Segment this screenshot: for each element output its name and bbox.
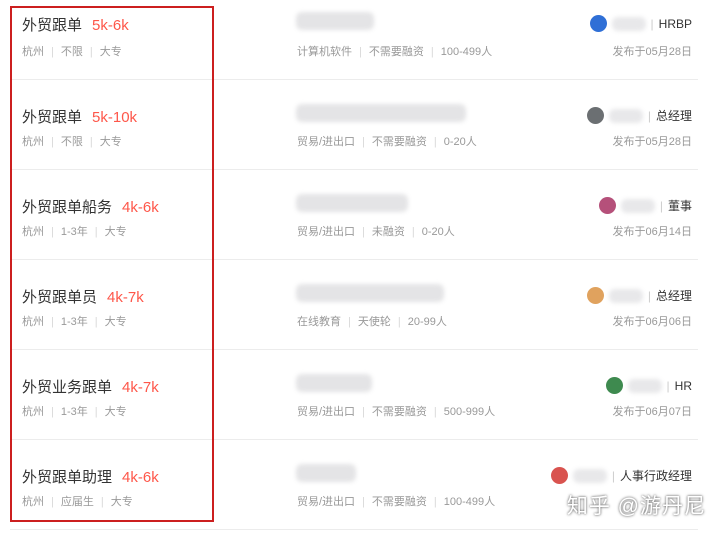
company-industry: 计算机软件 bbox=[297, 46, 352, 58]
publish-date: 发布于05月28日 bbox=[612, 136, 692, 148]
publish-date: 发布于05月28日 bbox=[612, 46, 692, 58]
company-funding: 不需要融资 bbox=[371, 136, 427, 148]
divider: | bbox=[650, 16, 654, 31]
recruiter-info[interactable]: | 总经理 bbox=[586, 287, 692, 304]
recruiter-info[interactable]: | 人事行政经理 bbox=[550, 467, 692, 484]
company-meta: 贸易/进出口 | 未融资 | 0-20人 bbox=[297, 223, 455, 239]
redacted-company-name bbox=[296, 12, 374, 31]
recruiter-role: 人事行政经理 bbox=[619, 469, 692, 483]
recruiter-info[interactable]: | 总经理 bbox=[586, 107, 692, 124]
recruiter-avatar bbox=[586, 107, 604, 124]
company-size: 20-99人 bbox=[407, 316, 447, 328]
divider: | bbox=[647, 288, 651, 303]
divider: | bbox=[666, 378, 670, 393]
redacted-company-name bbox=[296, 194, 408, 213]
divider: | bbox=[433, 496, 437, 508]
redacted-company-name bbox=[296, 104, 466, 123]
redacted-recruiter-name bbox=[627, 378, 662, 393]
divider: | bbox=[362, 136, 365, 148]
highlight-box bbox=[10, 6, 214, 522]
company-name[interactable] bbox=[296, 104, 466, 123]
company-industry: 贸易/进出口 bbox=[297, 226, 356, 238]
company-funding: 不需要融资 bbox=[371, 406, 427, 418]
divider: | bbox=[647, 108, 651, 123]
company-funding: 天使轮 bbox=[357, 316, 391, 328]
company-industry: 贸易/进出口 bbox=[297, 136, 356, 148]
company-name[interactable] bbox=[296, 284, 444, 303]
redacted-recruiter-name bbox=[608, 108, 643, 123]
publish-date: 发布于06月07日 bbox=[612, 406, 692, 418]
divider: | bbox=[359, 46, 362, 58]
company-size: 0-20人 bbox=[421, 226, 455, 238]
divider: | bbox=[397, 316, 401, 328]
divider: | bbox=[430, 46, 434, 58]
publish-date: 发布于06月14日 bbox=[612, 226, 692, 238]
redacted-recruiter-name bbox=[572, 468, 607, 483]
watermark: 知乎 @游丹尼 bbox=[566, 495, 706, 518]
recruiter-info[interactable]: | HR bbox=[605, 377, 692, 394]
company-meta: 在线教育 | 天使轮 | 20-99人 bbox=[297, 313, 447, 329]
redacted-company-name bbox=[296, 374, 372, 393]
company-size: 0-20人 bbox=[443, 136, 477, 148]
divider: | bbox=[611, 468, 615, 483]
redacted-recruiter-name bbox=[608, 288, 643, 303]
redacted-recruiter-name bbox=[611, 16, 646, 31]
company-size: 100-499人 bbox=[443, 496, 496, 508]
company-meta: 计算机软件 | 不需要融资 | 100-499人 bbox=[297, 43, 492, 59]
recruiter-info[interactable]: | HRBP bbox=[589, 15, 692, 32]
company-name[interactable] bbox=[296, 194, 408, 213]
redacted-company-name bbox=[296, 464, 356, 483]
divider: | bbox=[433, 136, 437, 148]
recruiter-role: HR bbox=[674, 378, 692, 393]
divider: | bbox=[659, 198, 663, 213]
redacted-company-name bbox=[296, 284, 444, 303]
company-name[interactable] bbox=[296, 464, 356, 483]
recruiter-role: 董事 bbox=[667, 199, 692, 213]
recruiter-avatar bbox=[598, 197, 616, 214]
company-name[interactable] bbox=[296, 12, 374, 31]
recruiter-avatar bbox=[605, 377, 623, 394]
redacted-recruiter-name bbox=[620, 198, 655, 213]
divider: | bbox=[362, 406, 365, 418]
company-size: 500-999人 bbox=[443, 406, 496, 418]
company-funding: 不需要融资 bbox=[371, 496, 427, 508]
recruiter-role: 总经理 bbox=[655, 109, 692, 123]
divider: | bbox=[411, 226, 415, 238]
publish-date: 发布于06月06日 bbox=[612, 316, 692, 328]
company-industry: 在线教育 bbox=[297, 316, 341, 328]
recruiter-info[interactable]: | 董事 bbox=[598, 197, 692, 214]
recruiter-role: HRBP bbox=[658, 16, 692, 31]
divider: | bbox=[433, 406, 437, 418]
company-funding: 未融资 bbox=[371, 226, 405, 238]
company-meta: 贸易/进出口 | 不需要融资 | 0-20人 bbox=[297, 133, 477, 149]
recruiter-avatar bbox=[550, 467, 568, 484]
company-meta: 贸易/进出口 | 不需要融资 | 500-999人 bbox=[297, 403, 495, 419]
company-industry: 贸易/进出口 bbox=[297, 496, 356, 508]
divider: | bbox=[362, 226, 365, 238]
recruiter-role: 总经理 bbox=[655, 289, 692, 303]
recruiter-avatar bbox=[589, 15, 607, 32]
company-size: 100-499人 bbox=[440, 46, 493, 58]
company-industry: 贸易/进出口 bbox=[297, 406, 356, 418]
company-funding: 不需要融资 bbox=[368, 46, 424, 58]
company-name[interactable] bbox=[296, 374, 372, 393]
company-meta: 贸易/进出口 | 不需要融资 | 100-499人 bbox=[297, 493, 495, 509]
recruiter-avatar bbox=[586, 287, 604, 304]
divider: | bbox=[362, 496, 365, 508]
divider: | bbox=[348, 316, 351, 328]
